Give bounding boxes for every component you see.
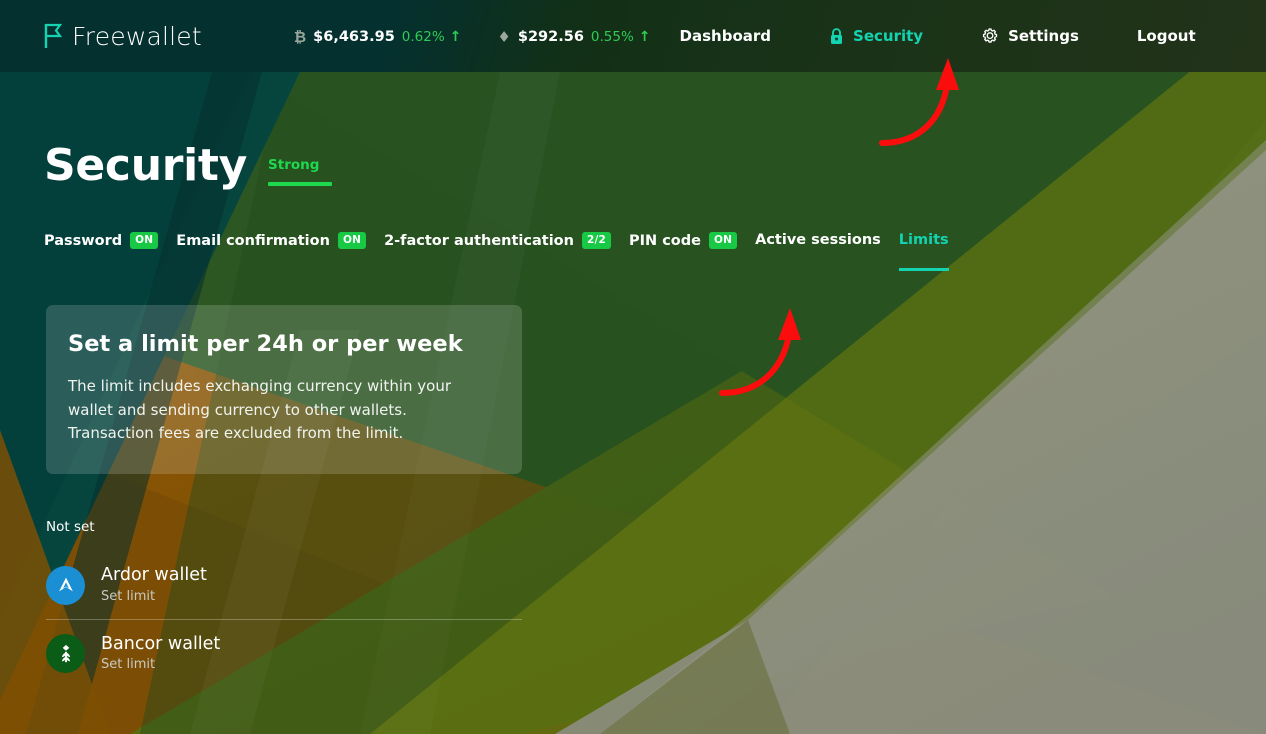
nav-item-logout[interactable]: Logout (1108, 27, 1225, 45)
tab-active-underline (898, 268, 949, 271)
bitcoin-price: $6,463.95 (313, 29, 395, 45)
page-title: Security (44, 140, 248, 191)
limits-section-label: Not set (46, 519, 95, 536)
wallet-set-limit-bancor[interactable]: Set limit (101, 657, 220, 672)
nav-item-settings[interactable]: Settings (952, 27, 1108, 45)
tab-label-2fa: 2-factor authentication (384, 232, 574, 249)
tab-label-email-confirmation: Email confirmation (176, 232, 330, 249)
gear-icon (982, 28, 998, 43)
trend-up-icon: ↑ (638, 29, 651, 45)
lock-icon (831, 27, 843, 44)
wallet-text-bancor: Bancor wallet Set limit (101, 633, 221, 673)
flag-f-logo-icon (44, 23, 63, 48)
page-content: Security Strong Password ON Email confir… (0, 72, 1266, 734)
status-badge-email-confirmation: ON (337, 232, 367, 249)
tab-password[interactable]: Password ON (44, 232, 176, 249)
trend-up-icon: ↑ (449, 29, 462, 45)
security-strength-label: Strong (268, 157, 320, 174)
wallet-set-limit-ardor[interactable]: Set limit (101, 589, 207, 604)
status-badge-pin-code: ON (708, 232, 738, 249)
tab-active-sessions[interactable]: Active sessions (755, 232, 899, 248)
app-header: Freewallet ₿ $6,463.95 0.62% ↑ ♦ $292.56… (0, 0, 1266, 72)
bancor-coin-icon (46, 634, 85, 674)
ethereum-price: $292.56 (517, 29, 584, 45)
main-nav: Dashboard Security Settings Logout (651, 27, 1225, 45)
brand-logo[interactable]: Freewallet (44, 22, 202, 51)
ticker-bitcoin: ₿ $6,463.95 0.62% ↑ (293, 27, 462, 46)
tab-limits[interactable]: Limits (898, 232, 967, 271)
wallet-name-ardor: Ardor wallet (101, 565, 207, 586)
nav-label-logout: Logout (1136, 27, 1196, 45)
ardor-coin-icon (46, 565, 85, 605)
wallet-text-ardor: Ardor wallet Set limit (101, 566, 207, 604)
ardor-glyph-icon (58, 577, 73, 592)
nav-item-security[interactable]: Security (800, 27, 952, 45)
nav-label-dashboard: Dashboard (679, 27, 772, 45)
nav-label-settings: Settings (1008, 27, 1079, 45)
bancor-glyph-icon (61, 644, 70, 662)
freewallet-security-page: Freewallet ₿ $6,463.95 0.62% ↑ ♦ $292.56… (0, 0, 1266, 734)
security-strength: Strong (268, 146, 333, 186)
wallet-row-ardor[interactable]: Ardor wallet Set limit (46, 551, 522, 619)
wallet-limits-list: Ardor wallet Set limit Bancor wallet Set… (46, 551, 522, 687)
status-badge-password: ON (130, 232, 159, 249)
crypto-ticker-bar: ₿ $6,463.95 0.62% ↑ ♦ $292.56 0.55% ↑ (293, 27, 651, 46)
ethereum-icon: ♦ (497, 28, 511, 46)
info-card-text: The limit includes exchanging currency w… (68, 377, 451, 443)
limits-info-card: Set a limit per 24h or per week The limi… (46, 305, 522, 475)
wallet-row-bancor[interactable]: Bancor wallet Set limit (46, 619, 522, 687)
bitcoin-icon: ₿ (293, 28, 307, 46)
brand-name: Freewallet (72, 21, 202, 51)
tab-label-password: Password (44, 232, 123, 249)
status-badge-2fa: 2/2 (581, 232, 611, 249)
tab-label-pin-code: PIN code (629, 232, 701, 249)
tab-pin-code[interactable]: PIN code ON (629, 232, 755, 249)
page-header: Security Strong (44, 144, 1266, 188)
tab-2fa[interactable]: 2-factor authentication 2/2 (384, 232, 629, 249)
tab-label-active-sessions: Active sessions (755, 232, 881, 248)
tab-label-limits: Limits (898, 232, 949, 248)
ethereum-change: 0.55% (590, 29, 634, 45)
security-tabs: Password ON Email confirmation ON 2-fact… (44, 232, 1266, 271)
bitcoin-change: 0.62% (401, 29, 445, 45)
tab-email-confirmation[interactable]: Email confirmation ON (176, 232, 384, 249)
nav-item-dashboard[interactable]: Dashboard (651, 27, 800, 45)
info-card-title: Set a limit per 24h or per week (68, 331, 463, 357)
ticker-ethereum: ♦ $292.56 0.55% ↑ (497, 27, 651, 46)
wallet-name-bancor: Bancor wallet (101, 633, 221, 654)
security-strength-bar (268, 181, 333, 186)
nav-label-security: Security (853, 27, 924, 45)
